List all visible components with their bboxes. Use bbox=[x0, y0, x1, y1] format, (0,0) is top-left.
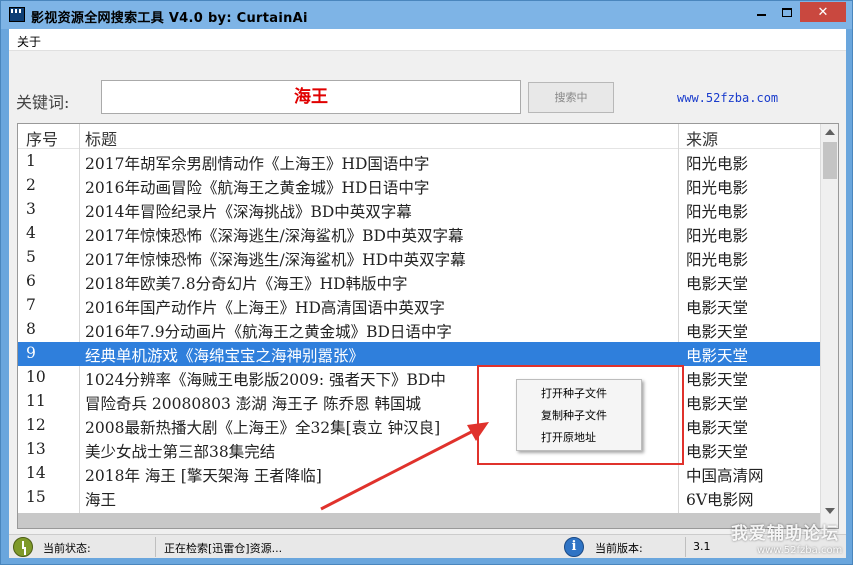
list-header: 序号 标题 来源 bbox=[18, 124, 820, 149]
row-number: 14 bbox=[26, 464, 46, 482]
status-clock-icon bbox=[13, 537, 33, 557]
row-number: 4 bbox=[26, 224, 36, 242]
status-bar: 当前状态: 正在检索[迅雷仓]资源... i 当前版本: 3.1 bbox=[9, 534, 846, 558]
table-row[interactable]: 1 2017年胡军佘男剧情动作《上海王》HD国语中字 阳光电影 bbox=[18, 150, 820, 174]
row-number: 3 bbox=[26, 200, 36, 218]
row-source: 阳光电影 bbox=[686, 155, 749, 173]
row-source: 中国高清网 bbox=[686, 467, 764, 485]
status-state-value: 正在检索[迅雷仓]资源... bbox=[164, 542, 283, 555]
table-row[interactable]: 11 冒险奇兵 20080803 澎湖 海王子 陈乔恩 韩国城 电影天堂 bbox=[18, 390, 820, 414]
client-area: 关于 关键词: 海王 搜索中 www.52fzba.com 序号 标题 来源 1… bbox=[9, 29, 846, 558]
title-bar[interactable]: 影视资源全网搜索工具 V4.0 by: CurtainAi ✕ bbox=[1, 1, 852, 29]
table-row[interactable]: 15 海王 6V电影网 bbox=[18, 486, 820, 510]
context-menu-item-open-source[interactable]: 打开原地址 bbox=[541, 429, 596, 445]
context-menu-item-copy-torrent[interactable]: 复制种子文件 bbox=[541, 407, 607, 423]
table-row[interactable]: 13 美少女战士第三部38集完结 电影天堂 bbox=[18, 438, 820, 462]
watermark-text: 我爱辅助论坛 bbox=[731, 524, 839, 544]
status-divider bbox=[155, 537, 156, 557]
site-link[interactable]: www.52fzba.com bbox=[677, 91, 778, 105]
row-source: 阳光电影 bbox=[686, 227, 749, 245]
scroll-up-icon[interactable] bbox=[825, 129, 835, 135]
row-title: 2018年 海王 [擎天架海 王者降临] bbox=[85, 467, 322, 485]
menu-item-about[interactable]: 关于 bbox=[17, 33, 41, 50]
keyword-label: 关键词: bbox=[16, 93, 70, 112]
row-number: 15 bbox=[26, 488, 46, 506]
minimize-icon bbox=[756, 14, 766, 16]
row-title: 2016年7.9分动画片《航海王之黄金城》BD日语中字 bbox=[85, 323, 452, 341]
close-icon: ✕ bbox=[817, 4, 829, 20]
row-title: 2017年惊悚恐怖《深海逃生/深海鲨机》BD中英双字幕 bbox=[85, 227, 464, 245]
row-source: 电影天堂 bbox=[686, 371, 749, 389]
table-row[interactable]: 5 2017年惊悚恐怖《深海逃生/深海鲨机》HD中英双字幕 阳光电影 bbox=[18, 246, 820, 270]
table-row[interactable]: 2 2016年动画冒险《航海王之黄金城》HD日语中字 阳光电影 bbox=[18, 174, 820, 198]
row-number: 11 bbox=[26, 392, 46, 410]
row-source: 阳光电影 bbox=[686, 251, 749, 269]
row-source: 电影天堂 bbox=[686, 299, 749, 317]
row-number: 9 bbox=[26, 344, 36, 362]
column-header-title[interactable]: 标题 bbox=[85, 126, 117, 150]
row-source: 电影天堂 bbox=[686, 275, 749, 293]
status-version-value: 3.1 bbox=[693, 540, 711, 553]
row-number: 10 bbox=[26, 368, 46, 386]
row-title: 海王 bbox=[85, 491, 117, 509]
row-number: 6 bbox=[26, 272, 36, 290]
row-source: 6V电影网 bbox=[686, 491, 754, 509]
minimize-button[interactable] bbox=[748, 2, 774, 22]
scroll-thumb[interactable] bbox=[823, 142, 837, 179]
clapperboard-icon bbox=[9, 7, 25, 22]
row-title: 2017年胡军佘男剧情动作《上海王》HD国语中字 bbox=[85, 155, 430, 173]
context-menu-item-open-torrent[interactable]: 打开种子文件 bbox=[541, 385, 607, 401]
watermark-url: www.52fzba.com bbox=[757, 545, 843, 556]
result-list[interactable]: 序号 标题 来源 1 2017年胡军佘男剧情动作《上海王》HD国语中字 阳光电影 2 2… bbox=[17, 123, 839, 529]
table-row[interactable]: 12 2008最新热播大剧《上海王》全32集[袁立 钟汉良] 电影天堂 bbox=[18, 414, 820, 438]
table-row[interactable]: 3 2014年冒险纪录片《深海挑战》BD中英双字幕 阳光电影 bbox=[18, 198, 820, 222]
table-row[interactable]: 4 2017年惊悚恐怖《深海逃生/深海鲨机》BD中英双字幕 阳光电影 bbox=[18, 222, 820, 246]
column-header-source[interactable]: 来源 bbox=[686, 126, 718, 150]
row-title: 2016年动画冒险《航海王之黄金城》HD日语中字 bbox=[85, 179, 430, 197]
context-menu: 打开种子文件 复制种子文件 打开原地址 bbox=[516, 379, 642, 451]
row-title: 2017年惊悚恐怖《深海逃生/深海鲨机》HD中英双字幕 bbox=[85, 251, 466, 269]
row-number: 1 bbox=[26, 152, 36, 170]
table-row[interactable]: 14 2018年 海王 [擎天架海 王者降临] 中国高清网 bbox=[18, 462, 820, 486]
row-number: 12 bbox=[26, 416, 46, 434]
status-version-label: 当前版本: bbox=[595, 542, 643, 555]
info-icon: i bbox=[564, 537, 584, 557]
maximize-button[interactable] bbox=[774, 2, 800, 22]
row-number: 8 bbox=[26, 320, 36, 338]
row-number: 7 bbox=[26, 296, 36, 314]
vertical-scrollbar[interactable] bbox=[820, 124, 838, 528]
row-number: 13 bbox=[26, 440, 46, 458]
table-row[interactable]: 10 1024分辨率《海贼王电影版2009: 强者天下》BD中 电影天堂 bbox=[18, 366, 820, 390]
row-title: 2016年国产动作片《上海王》HD高清国语中英双字 bbox=[85, 299, 445, 317]
table-row[interactable]: 9 经典单机游戏《海绵宝宝之海神别嚣张》 电影天堂 bbox=[18, 342, 820, 366]
horizontal-scrollbar[interactable] bbox=[18, 513, 820, 528]
row-number: 2 bbox=[26, 176, 36, 194]
menu-bar: 关于 bbox=[9, 29, 846, 51]
row-source: 阳光电影 bbox=[686, 203, 749, 221]
row-source: 电影天堂 bbox=[686, 323, 749, 341]
row-number: 5 bbox=[26, 248, 36, 266]
column-header-no[interactable]: 序号 bbox=[26, 126, 58, 150]
row-source: 电影天堂 bbox=[686, 443, 749, 461]
table-row[interactable]: 6 2018年欧美7.8分奇幻片《海王》HD韩版中字 电影天堂 bbox=[18, 270, 820, 294]
maximize-icon bbox=[782, 7, 792, 17]
status-state-label: 当前状态: bbox=[43, 542, 91, 555]
row-title: 2014年冒险纪录片《深海挑战》BD中英双字幕 bbox=[85, 203, 412, 221]
row-title: 经典单机游戏《海绵宝宝之海神别嚣张》 bbox=[85, 347, 365, 365]
row-title: 2018年欧美7.8分奇幻片《海王》HD韩版中字 bbox=[85, 275, 408, 293]
row-source: 电影天堂 bbox=[686, 347, 749, 365]
search-button[interactable]: 搜索中 bbox=[528, 82, 614, 113]
app-window: 影视资源全网搜索工具 V4.0 by: CurtainAi ✕ 关于 关键词: … bbox=[0, 0, 853, 565]
window-title: 影视资源全网搜索工具 V4.0 by: CurtainAi bbox=[31, 11, 308, 26]
close-button[interactable]: ✕ bbox=[800, 2, 846, 22]
scroll-down-icon[interactable] bbox=[825, 508, 835, 514]
keyword-input[interactable]: 海王 bbox=[101, 80, 521, 114]
row-source: 电影天堂 bbox=[686, 419, 749, 437]
table-row[interactable]: 7 2016年国产动作片《上海王》HD高清国语中英双字 电影天堂 bbox=[18, 294, 820, 318]
row-source: 电影天堂 bbox=[686, 395, 749, 413]
table-row[interactable]: 8 2016年7.9分动画片《航海王之黄金城》BD日语中字 电影天堂 bbox=[18, 318, 820, 342]
status-divider bbox=[685, 537, 686, 557]
row-source: 阳光电影 bbox=[686, 179, 749, 197]
